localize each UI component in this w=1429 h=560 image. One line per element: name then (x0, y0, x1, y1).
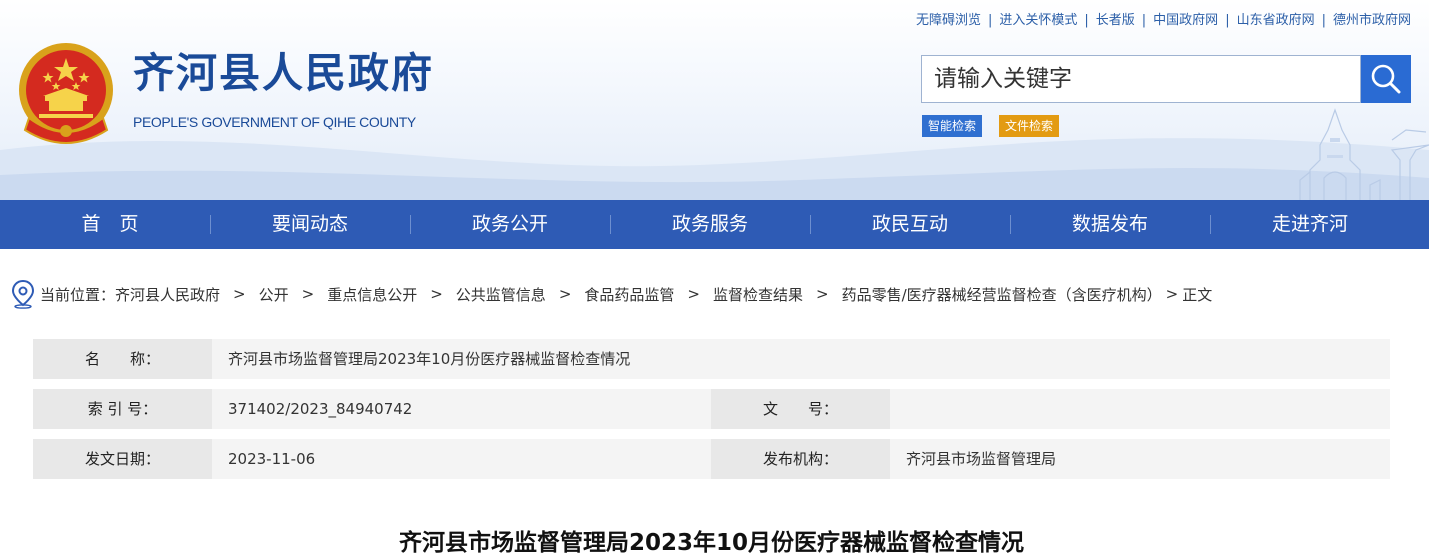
national-emblem-icon (19, 43, 113, 144)
name-value: 齐河县市场监督管理局2023年10月份医疗器械监督检查情况 (212, 339, 1390, 379)
top-links-bar: 无障碍浏览 | 进入关怀模式 | 长者版 | 中国政府网 | 山东省政府网 | 德州市政府网 (915, 13, 1411, 28)
site-title: 齐河县人民政府 (133, 49, 434, 97)
nav-data-release[interactable]: 数据发布 (1010, 200, 1210, 249)
breadcrumb-item[interactable]: 监督检查结果 (713, 284, 803, 305)
name-label: 名 称： (33, 339, 212, 379)
breadcrumb-separator: > (558, 285, 572, 303)
nav-open-affairs[interactable]: 政务公开 (410, 200, 610, 249)
top-link-accessibility[interactable]: 无障碍浏览 (916, 13, 981, 28)
smart-search-button[interactable]: 智能检索 (922, 115, 983, 137)
breadcrumb-item[interactable]: 重点信息公开 (327, 284, 417, 305)
search-icon (1371, 64, 1401, 94)
nav-services[interactable]: 政务服务 (610, 200, 810, 249)
nav-home[interactable]: 首 页 (10, 200, 210, 249)
nav-about-qihe[interactable]: 走进齐河 (1210, 200, 1410, 249)
index-label: 索 引 号： (33, 389, 212, 429)
breadcrumb-separator: > (301, 285, 315, 303)
doc-number-value (890, 389, 1390, 429)
issuing-org-value: 齐河县市场监督管理局 (890, 439, 1390, 479)
index-value: 371402/2023_84940742 (212, 389, 711, 429)
main-nav: 首 页 要闻动态 政务公开 政务服务 政民互动 数据发布 走进齐河 (0, 200, 1429, 249)
nav-interaction[interactable]: 政民互动 (810, 200, 1010, 249)
search-input[interactable] (922, 56, 1360, 102)
breadcrumb-separator: > (233, 285, 246, 303)
search-box (921, 55, 1361, 103)
breadcrumb-separator: > (687, 285, 700, 303)
article-title: 齐河县市场监督管理局2023年10月份医疗器械监督检查情况 (398, 530, 1025, 556)
top-link-dezhou-gov[interactable]: 德州市政府网 (1333, 13, 1411, 28)
breadcrumb: 当前位置： 齐河县人民政府 > 公开 > 重点信息公开 > 公共监管信息 > 食… (10, 278, 1212, 310)
breadcrumb-item[interactable]: 公开 (259, 284, 289, 305)
breadcrumb-item[interactable]: 食品药品监管 (584, 284, 674, 305)
breadcrumb-item[interactable]: 公共监管信息 (456, 284, 546, 305)
file-search-button[interactable]: 文件检索 (999, 115, 1060, 137)
info-row-name: 名 称： 齐河县市场监督管理局2023年10月份医疗器械监督检查情况 (33, 339, 1390, 379)
date-label: 发文日期： (33, 439, 212, 479)
issuing-org-label: 发布机构： (711, 439, 890, 479)
breadcrumb-separator: > (1165, 285, 1179, 303)
location-pin-icon (11, 279, 35, 309)
top-link-care-mode[interactable]: 进入关怀模式 (999, 13, 1077, 28)
top-link-elder-version[interactable]: 长者版 (1096, 13, 1135, 28)
doc-number-label: 文 号： (711, 389, 890, 429)
info-row-date: 发文日期： 2023-11-06 发布机构： 齐河县市场监督管理局 (33, 439, 1390, 479)
top-link-shandong-gov[interactable]: 山东省政府网 (1237, 13, 1315, 28)
breadcrumb-item[interactable]: 药品零售/医疗器械经营监督检查（含医疗机构） (842, 284, 1162, 305)
nav-news[interactable]: 要闻动态 (210, 200, 410, 249)
top-link-china-gov[interactable]: 中国政府网 (1153, 13, 1218, 28)
landmark-building-decoration (1299, 108, 1429, 200)
info-row-index: 索 引 号： 371402/2023_84940742 文 号： (33, 389, 1390, 429)
date-value: 2023-11-06 (212, 439, 711, 479)
breadcrumb-item[interactable]: 齐河县人民政府 (115, 284, 220, 305)
site-subtitle: PEOPLE'S GOVERNMENT OF QIHE COUNTY (133, 114, 416, 130)
breadcrumb-current: 正文 (1182, 285, 1213, 304)
site-header: 无障碍浏览 | 进入关怀模式 | 长者版 | 中国政府网 | 山东省政府网 | 德州市政府网 齐河县… (0, 0, 1429, 200)
breadcrumb-separator: > (816, 285, 829, 303)
search-button[interactable] (1361, 55, 1411, 103)
breadcrumb-prefix: 当前位置： (40, 285, 116, 304)
breadcrumb-separator: > (430, 285, 443, 303)
